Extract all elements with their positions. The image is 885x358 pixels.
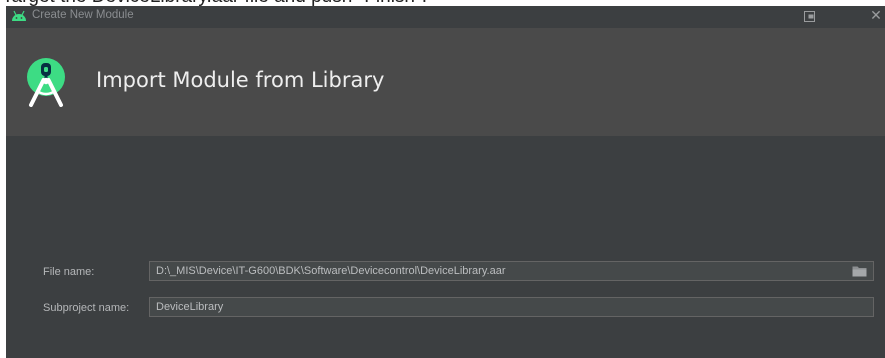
- file-name-label: File name:: [43, 266, 95, 278]
- restore-window-icon[interactable]: [803, 10, 816, 23]
- android-icon: [12, 10, 26, 21]
- android-studio-logo-icon: [27, 58, 65, 107]
- subproject-name-field[interactable]: DeviceLibrary: [149, 297, 874, 317]
- dialog-window: Create New Module ✕ Import Module from L…: [6, 6, 885, 358]
- subproject-name-label: Subproject name:: [43, 302, 130, 314]
- dialog-banner: Import Module from Library: [6, 28, 885, 136]
- banner-title: Import Module from Library: [96, 68, 385, 92]
- window-title: Create New Module: [32, 9, 134, 21]
- file-name-field[interactable]: D:\_MIS\Device\IT-G600\BDK\Software\Devi…: [149, 261, 874, 281]
- subproject-name-value: DeviceLibrary: [156, 301, 224, 313]
- folder-icon[interactable]: [852, 265, 867, 277]
- title-bar: Create New Module ✕: [6, 6, 885, 28]
- close-icon[interactable]: ✕: [868, 7, 884, 25]
- file-name-value: D:\_MIS\Device\IT-G600\BDK\Software\Devi…: [156, 265, 506, 277]
